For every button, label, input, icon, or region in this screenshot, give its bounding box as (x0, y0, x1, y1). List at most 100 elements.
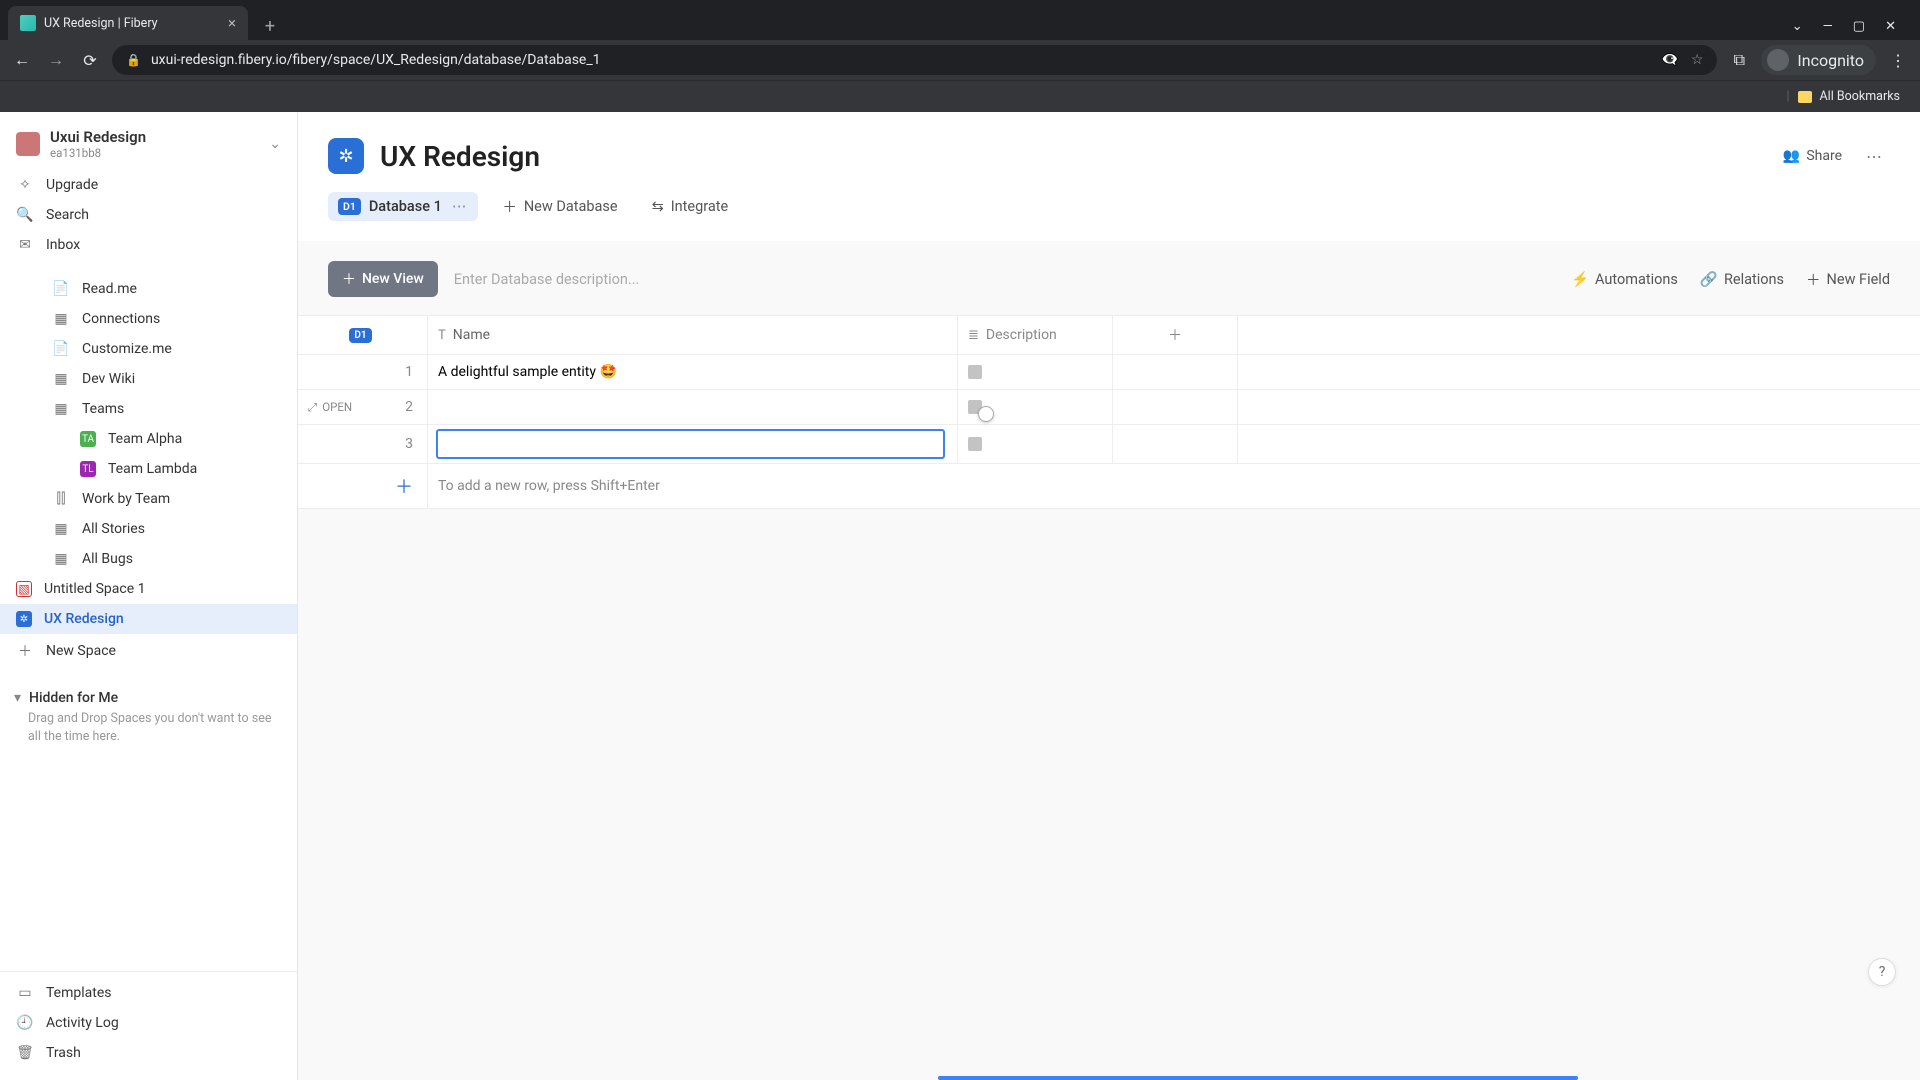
sidebar-item-connections[interactable]: ▦Connections (0, 304, 297, 334)
sidebar-item-label: All Stories (82, 521, 145, 537)
sidebar-item-devwiki[interactable]: ▦Dev Wiki (0, 364, 297, 394)
back-icon[interactable]: ← (10, 50, 34, 70)
cell-description[interactable] (958, 355, 1113, 389)
sidebar-team-lambda[interactable]: TL Team Lambda (0, 454, 297, 484)
hidden-for-me-header[interactable]: ▾Hidden for Me (0, 682, 297, 708)
relations-button[interactable]: 🔗Relations (1700, 269, 1784, 290)
tab-bar: UX Redesign | Fibery × + ⌄ — ▢ ✕ (0, 0, 1920, 40)
search-icon: 🔍 (16, 207, 34, 223)
extensions-icon[interactable]: ⧉ (1727, 50, 1751, 70)
automations-button[interactable]: ⚡Automations (1571, 269, 1678, 290)
open-row-button[interactable]: ⤢OPEN (308, 400, 352, 415)
team-avatar-icon: TL (80, 461, 96, 477)
sidebar-item-allstories[interactable]: ▦All Stories (0, 514, 297, 544)
add-row-plus[interactable]: ＋ (298, 464, 428, 508)
database-tabs: D1 Database 1 ⋯ ＋New Database ⇆Integrate (298, 184, 1920, 241)
favicon (20, 15, 36, 31)
sidebar-activity-log[interactable]: 🕘Activity Log (0, 1008, 297, 1038)
add-row-hint: To add a new row, press Shift+Enter (428, 464, 1920, 508)
table-row[interactable]: ⤢OPEN 2 (298, 389, 1920, 424)
share-button[interactable]: 👥Share (1783, 148, 1842, 164)
page-header: ✲ UX Redesign 👥Share ⋯ (298, 112, 1920, 184)
maximize-icon[interactable]: ▢ (1853, 19, 1865, 34)
bolt-icon: ⚡ (1571, 271, 1589, 288)
sidebar-item-allbugs[interactable]: ▦All Bugs (0, 544, 297, 574)
all-bookmarks-link[interactable]: All Bookmarks (1820, 89, 1901, 104)
table-row[interactable]: 1 A delightful sample entity 🤩 (298, 354, 1920, 389)
minimize-icon[interactable]: — (1823, 19, 1833, 34)
db-tab-menu-icon[interactable]: ⋯ (450, 198, 469, 215)
workspace-id: ea131bb8 (50, 146, 146, 160)
reload-icon[interactable]: ⟳ (78, 51, 102, 70)
kebab-icon[interactable]: ⋮ (1886, 51, 1910, 70)
expand-icon: ⤢ (308, 400, 317, 415)
help-button[interactable]: ? (1868, 958, 1896, 986)
sidebar-team-alpha[interactable]: TATeam Alpha (0, 424, 297, 454)
cell-name[interactable] (428, 390, 958, 424)
sidebar-space-uxredesign[interactable]: ✲UX Redesign (0, 604, 297, 634)
sidebar-item-label: Team Lambda (108, 461, 197, 477)
note-icon (968, 437, 982, 451)
more-menu-icon[interactable]: ⋯ (1858, 143, 1890, 170)
button-label: Integrate (671, 198, 728, 215)
column-header-description[interactable]: ≣Description (958, 316, 1113, 354)
workspace-switcher[interactable]: Uxui Redesign ea131bb8 ⌄ (0, 122, 297, 170)
address-bar[interactable]: 🔒 uxui-redesign.fibery.io/fibery/space/U… (112, 45, 1717, 75)
column-header-name[interactable]: TName (428, 316, 958, 354)
new-database-button[interactable]: ＋New Database (492, 190, 627, 223)
star-icon[interactable]: ☆ (1691, 52, 1704, 68)
data-grid: D1 TName ≣Description ＋ 1 A delightful s… (298, 315, 1920, 509)
sidebar-item-teams[interactable]: ▦Teams (0, 394, 297, 424)
eye-off-icon[interactable]: 👁️‍🗨️ (1661, 52, 1678, 68)
trash-icon: 🗑 (16, 1045, 34, 1061)
cell-name[interactable]: A delightful sample entity 🤩 (428, 355, 958, 389)
workspace-avatar (16, 132, 40, 156)
tab-database-1[interactable]: D1 Database 1 ⋯ (328, 192, 478, 221)
sidebar-inbox[interactable]: ✉Inbox (0, 230, 297, 260)
sidebar-item-customize[interactable]: 📄Customize.me (0, 334, 297, 364)
add-column-button[interactable]: ＋ (1113, 316, 1238, 354)
new-field-button[interactable]: ＋New Field (1806, 269, 1890, 290)
cell-description[interactable] (958, 390, 1113, 424)
sidebar-item-workbyteam[interactable]: ⫿⫿Work by Team (0, 484, 297, 514)
integrate-button[interactable]: ⇆Integrate (642, 192, 739, 221)
name-input[interactable] (436, 429, 945, 459)
sidebar-item-label: Inbox (46, 237, 80, 253)
space-badge-icon[interactable]: ✲ (328, 138, 364, 174)
row-number-header: D1 (298, 316, 428, 354)
sidebar-new-space[interactable]: ＋New Space (0, 634, 297, 668)
sidebar-item-label: Read.me (82, 281, 137, 297)
chevron-down-icon[interactable]: ⌄ (1792, 19, 1803, 34)
sidebar-space-untitled[interactable]: ▧Untitled Space 1 (0, 574, 297, 604)
sidebar-item-label: Templates (46, 985, 112, 1001)
sidebar-item-readme[interactable]: 📄Read.me (0, 274, 297, 304)
button-label: New Database (524, 198, 618, 215)
sidebar-search[interactable]: 🔍 Search (0, 200, 297, 230)
add-row[interactable]: ＋ To add a new row, press Shift+Enter (298, 463, 1920, 509)
browser-tab[interactable]: UX Redesign | Fibery × (8, 6, 248, 40)
hidden-for-me-hint: Drag and Drop Spaces you don't want to s… (0, 708, 297, 755)
table-row[interactable]: 3 (298, 424, 1920, 463)
board-icon: ⫿⫿ (52, 491, 70, 507)
paragraph-icon: ≣ (968, 328, 979, 343)
page-title[interactable]: UX Redesign (380, 140, 540, 173)
chevron-down-icon[interactable]: ⌄ (269, 136, 281, 152)
sidebar-item-label: Upgrade (46, 177, 98, 193)
close-window-icon[interactable]: ✕ (1885, 19, 1896, 34)
lock-icon: 🔒 (126, 53, 141, 67)
sidebar-item-label: Untitled Space 1 (44, 581, 145, 597)
incognito-chip[interactable]: Incognito (1761, 45, 1876, 75)
share-label: Share (1806, 148, 1842, 164)
new-tab-button[interactable]: + (256, 12, 284, 40)
new-view-button[interactable]: ＋New View (328, 261, 438, 297)
sidebar-templates[interactable]: ▭Templates (0, 978, 297, 1008)
database-description-input[interactable] (454, 271, 734, 288)
sidebar-trash[interactable]: 🗑Trash (0, 1038, 297, 1068)
db-tab-label: Database 1 (369, 198, 442, 215)
cell-name-editing[interactable] (428, 425, 958, 463)
forward-icon[interactable]: → (44, 50, 68, 70)
close-tab-icon[interactable]: × (228, 14, 236, 32)
sidebar-upgrade[interactable]: ✧Upgrade (0, 170, 297, 200)
cell-description[interactable] (958, 425, 1113, 463)
sidebar-item-label: Search (46, 207, 89, 223)
